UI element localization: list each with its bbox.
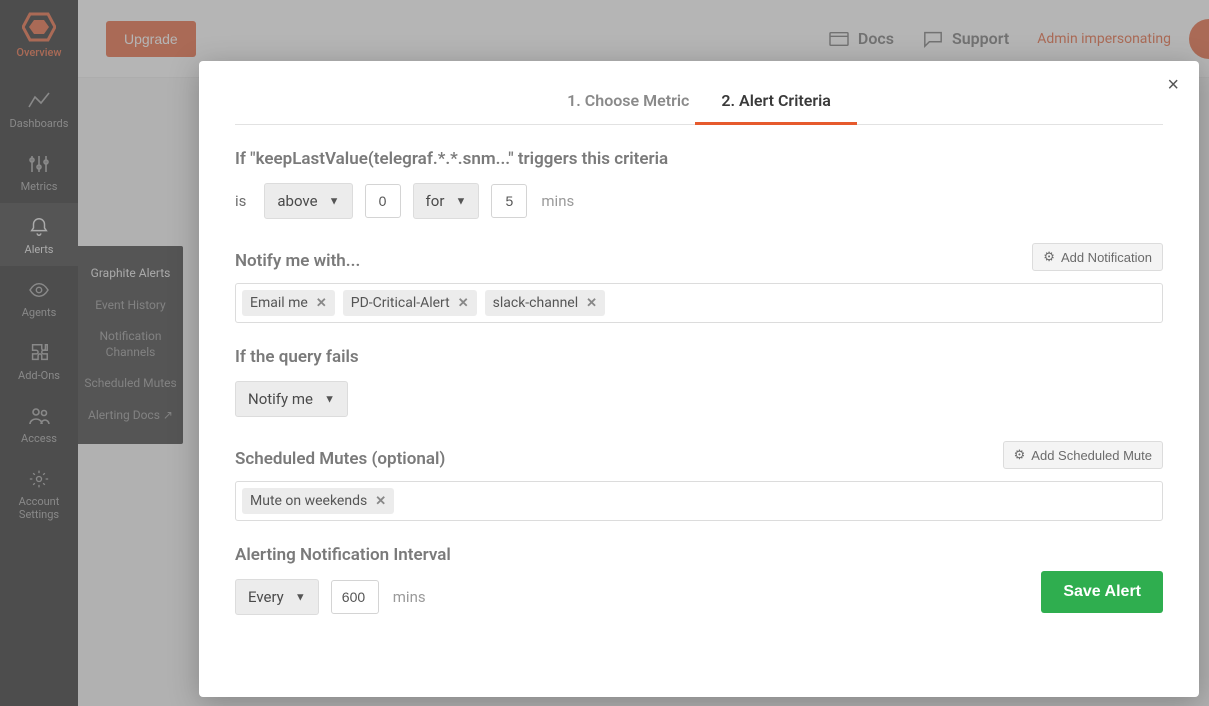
remove-chip-icon[interactable]: ✕ <box>458 296 469 311</box>
comparator-value: above <box>277 192 317 210</box>
duration-unit: mins <box>541 192 574 210</box>
chip-label: Email me <box>250 295 308 311</box>
query-fail-heading: If the query fails <box>235 347 1163 367</box>
interval-value-input[interactable] <box>331 580 379 614</box>
duration-input[interactable] <box>491 184 527 218</box>
for-label: for <box>426 192 445 210</box>
mutes-heading: Scheduled Mutes (optional) <box>235 449 445 469</box>
chip-label: PD-Critical-Alert <box>351 295 450 311</box>
interval-mode-value: Every <box>248 588 284 606</box>
threshold-input[interactable] <box>365 184 401 218</box>
interval-heading: Alerting Notification Interval <box>235 545 1163 565</box>
notify-chip: Email me ✕ <box>242 290 335 316</box>
alert-criteria-modal: × 1. Choose Metric 2. Alert Criteria If … <box>199 61 1199 697</box>
add-notification-button[interactable]: ⚙ Add Notification <box>1032 243 1163 271</box>
for-select[interactable]: for ▼ <box>413 183 480 219</box>
tab-choose-metric[interactable]: 1. Choose Metric <box>551 79 705 124</box>
remove-chip-icon[interactable]: ✕ <box>586 296 597 311</box>
chevron-down-icon: ▼ <box>324 393 335 406</box>
criteria-heading: If "keepLastValue(telegraf.*.*.snm..." t… <box>235 149 1163 169</box>
chevron-down-icon: ▼ <box>456 195 467 208</box>
gear-icon: ⚙ <box>1014 447 1026 463</box>
chevron-down-icon: ▼ <box>295 591 306 604</box>
interval-row: Every ▼ mins <box>235 579 1163 615</box>
close-icon[interactable]: × <box>1167 75 1179 95</box>
remove-chip-icon[interactable]: ✕ <box>375 494 386 509</box>
save-alert-button[interactable]: Save Alert <box>1041 571 1163 613</box>
interval-unit: mins <box>393 588 426 606</box>
modal-tabs: 1. Choose Metric 2. Alert Criteria <box>235 79 1163 125</box>
gear-icon: ⚙ <box>1043 249 1055 265</box>
chip-label: Mute on weekends <box>250 493 367 509</box>
chip-label: slack-channel <box>493 295 578 311</box>
comparator-select[interactable]: above ▼ <box>264 183 352 219</box>
interval-mode-select[interactable]: Every ▼ <box>235 579 319 615</box>
query-fail-select[interactable]: Notify me ▼ <box>235 381 348 417</box>
add-scheduled-mute-button[interactable]: ⚙ Add Scheduled Mute <box>1003 441 1163 469</box>
notify-heading: Notify me with... <box>235 251 360 271</box>
remove-chip-icon[interactable]: ✕ <box>316 296 327 311</box>
mute-chip: Mute on weekends ✕ <box>242 488 394 514</box>
criteria-row: is above ▼ for ▼ mins <box>235 183 1163 219</box>
add-notification-label: Add Notification <box>1061 250 1152 265</box>
add-mute-label: Add Scheduled Mute <box>1031 448 1152 463</box>
is-label: is <box>235 192 246 210</box>
query-fail-value: Notify me <box>248 390 313 408</box>
notify-chip: slack-channel ✕ <box>485 290 605 316</box>
mutes-chips-box[interactable]: Mute on weekends ✕ <box>235 481 1163 521</box>
chevron-down-icon: ▼ <box>329 195 340 208</box>
notify-chip: PD-Critical-Alert ✕ <box>343 290 477 316</box>
notify-chips-box[interactable]: Email me ✕ PD-Critical-Alert ✕ slack-cha… <box>235 283 1163 323</box>
tab-alert-criteria[interactable]: 2. Alert Criteria <box>705 79 846 124</box>
